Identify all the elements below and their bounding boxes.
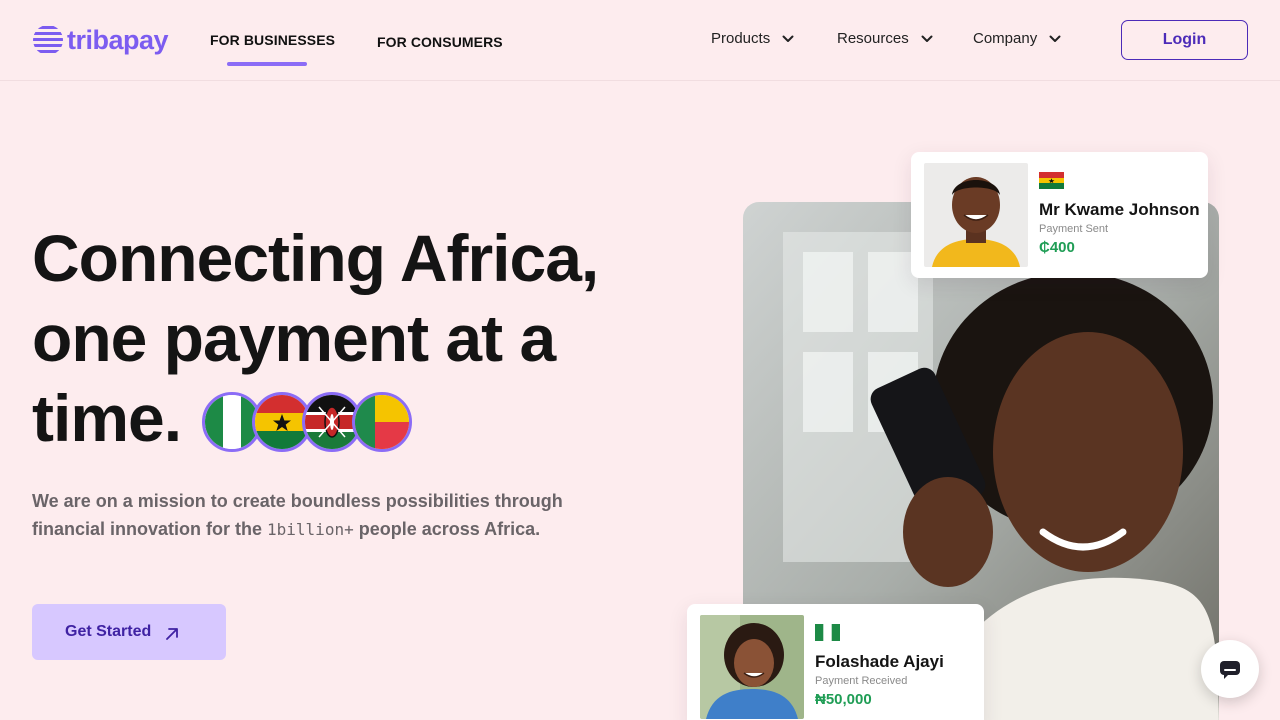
nav-company[interactable]: Company <box>973 30 1061 47</box>
hero-subtitle-text-2: people across Africa. <box>353 519 541 539</box>
payment-status: Payment Sent <box>1039 223 1109 235</box>
hero-subtitle: We are on a mission to create boundless … <box>32 487 592 544</box>
nav-resources-label: Resources <box>837 30 909 47</box>
tribapay-logo[interactable]: tribapay <box>32 24 169 56</box>
chevron-down-icon <box>782 35 794 42</box>
hero-title-line-3: time. <box>32 381 182 455</box>
ghana-flag-icon <box>1039 172 1064 189</box>
payment-card-sent: Mr Kwame Johnson Payment Sent ₵400 <box>911 152 1208 278</box>
hero-title-line-2: one payment at a <box>32 301 556 375</box>
tab-for-businesses[interactable]: FOR BUSINESSES <box>210 32 335 48</box>
active-tab-indicator <box>227 62 307 66</box>
logo-wordmark: tribapay <box>67 24 169 55</box>
payee-name: Folashade Ajayi <box>815 652 944 671</box>
payment-amount: ₵400 <box>1039 239 1075 256</box>
chevron-down-icon <box>921 35 933 42</box>
payment-card-received: Folashade Ajayi Payment Received ₦50,000 <box>687 604 984 720</box>
hero-title-line-1: Connecting Africa, <box>32 221 599 295</box>
hero-subtitle-highlight: 1billion+ <box>267 520 354 539</box>
avatar <box>700 615 804 719</box>
avatar <box>924 163 1028 267</box>
site-header: tribapay FOR BUSINESSES FOR CONSUMERS Pr… <box>0 0 1280 81</box>
payee-name: Mr Kwame Johnson <box>1039 200 1200 219</box>
payment-status: Payment Received <box>815 675 908 687</box>
tab-for-consumers[interactable]: FOR CONSUMERS <box>377 34 503 50</box>
benin-flag-icon <box>352 392 412 452</box>
arrow-up-right-icon <box>166 628 179 640</box>
nav-company-label: Company <box>973 30 1038 47</box>
nigeria-flag-icon <box>815 624 840 641</box>
get-started-label: Get Started <box>65 623 152 640</box>
payment-amount: ₦50,000 <box>815 691 872 708</box>
get-started-button[interactable]: Get Started <box>32 604 226 660</box>
country-flags <box>202 392 422 452</box>
chat-button[interactable] <box>1201 640 1259 698</box>
chevron-down-icon <box>1049 35 1061 42</box>
nav-products-label: Products <box>711 30 771 47</box>
login-button[interactable]: Login <box>1121 20 1248 60</box>
nav-products[interactable]: Products <box>711 30 794 47</box>
chat-icon <box>1220 661 1240 679</box>
nav-resources[interactable]: Resources <box>837 30 933 47</box>
logo-globe-icon <box>33 26 63 53</box>
